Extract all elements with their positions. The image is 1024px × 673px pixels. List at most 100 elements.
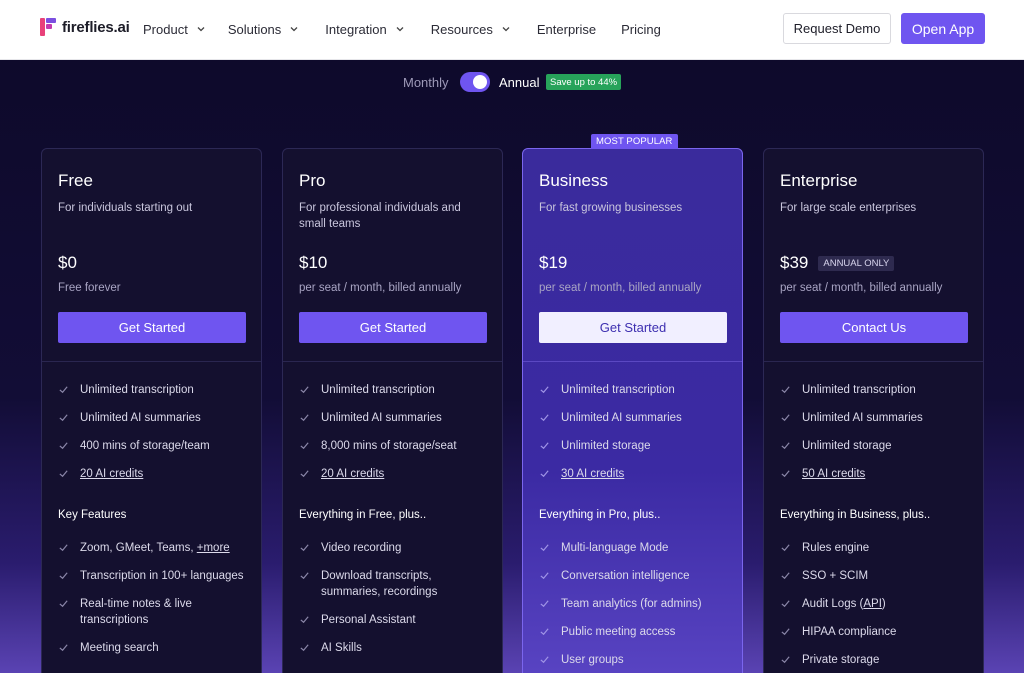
feature-label: Unlimited AI summaries xyxy=(561,412,682,424)
nav-pricing-label: Pricing xyxy=(621,21,661,37)
feature-label: Download transcripts, summaries, recordi… xyxy=(321,570,438,598)
feature-item: Real-time notes & live transcriptions xyxy=(58,596,253,628)
request-demo-button[interactable]: Request Demo xyxy=(783,13,891,44)
feature-item: Unlimited transcription xyxy=(780,382,975,398)
plan-price: $10 xyxy=(299,253,328,272)
api-link[interactable]: API xyxy=(863,598,882,610)
feature-item: Multi-language Mode xyxy=(539,540,734,556)
check-icon xyxy=(540,572,549,580)
check-icon xyxy=(781,656,790,664)
feature-item: Unlimited transcription xyxy=(299,382,494,398)
billing-toggle-row: Monthly Annual Save up to 44% xyxy=(0,72,1024,94)
check-icon xyxy=(300,572,309,580)
feature-label: Video recording xyxy=(321,542,402,554)
plan-description: For fast growing businesses xyxy=(539,202,683,214)
feature-item: Unlimited AI summaries xyxy=(780,410,975,426)
section-title: Everything in Free, plus.. xyxy=(299,509,427,521)
check-icon xyxy=(59,442,68,450)
feature-label: Real-time notes & live transcriptions xyxy=(80,598,192,626)
nav-resources-label: Resources xyxy=(430,21,493,37)
nav-product-label: Product xyxy=(143,21,188,37)
check-icon xyxy=(540,544,549,552)
section-title: Everything in Business, plus.. xyxy=(780,509,931,521)
nav-solutions[interactable]: Solutions xyxy=(228,20,299,38)
price-row: $39 ANNUAL ONLY xyxy=(780,253,895,273)
get-started-button[interactable]: Get Started xyxy=(539,312,727,343)
check-icon xyxy=(540,470,549,478)
check-icon xyxy=(781,470,790,478)
price-note: per seat / month, billed annually xyxy=(780,282,943,294)
brand-logo[interactable]: fireflies.ai xyxy=(40,18,130,36)
feature-item: Download transcripts, summaries, recordi… xyxy=(299,568,494,600)
plan-name: Free xyxy=(58,171,93,190)
top-nav: fireflies.ai Product Solutions Integrati… xyxy=(0,0,1024,60)
feature-item: Meeting search xyxy=(58,640,253,656)
check-icon xyxy=(540,600,549,608)
plan-features: Unlimited transcription Unlimited AI sum… xyxy=(299,382,494,482)
divider xyxy=(523,361,742,362)
nav-enterprise[interactable]: Enterprise xyxy=(537,20,596,38)
check-icon xyxy=(781,572,790,580)
feature-item: Private storage xyxy=(780,652,975,668)
feature-label: Transcription in 100+ languages xyxy=(80,570,244,582)
feature-item: Video recording xyxy=(299,540,494,556)
check-icon xyxy=(300,470,309,478)
nav-solutions-label: Solutions xyxy=(227,21,282,37)
feature-label: SSO + SCIM xyxy=(802,570,869,582)
plan-name: Business xyxy=(539,171,608,190)
ai-credits-link[interactable]: 20 AI credits xyxy=(80,468,143,480)
feature-item: 20 AI credits xyxy=(299,466,494,482)
plan-card-free: Free For individuals starting out $0 Fre… xyxy=(41,148,262,673)
feature-label-suffix: ) xyxy=(881,598,886,610)
feature-item: Unlimited transcription xyxy=(539,382,734,398)
plan-key-features: Rules engine SSO + SCIM Audit Logs (API)… xyxy=(780,540,975,668)
check-icon xyxy=(300,386,309,394)
billing-annual-label[interactable]: Annual xyxy=(499,75,539,90)
nav-product[interactable]: Product xyxy=(143,20,206,38)
feature-item: Conversation intelligence xyxy=(539,568,734,584)
check-icon xyxy=(781,544,790,552)
contact-us-button[interactable]: Contact Us xyxy=(780,312,968,343)
get-started-button[interactable]: Get Started xyxy=(58,312,246,343)
price-row: $19 xyxy=(539,253,567,273)
main-menu: Product Solutions Integration Resources … xyxy=(143,20,661,38)
plan-card-enterprise: Enterprise For large scale enterprises $… xyxy=(763,148,984,673)
ai-credits-link[interactable]: 30 AI credits xyxy=(561,468,624,480)
check-icon xyxy=(781,628,790,636)
nav-enterprise-label: Enterprise xyxy=(536,21,597,37)
check-icon xyxy=(300,544,309,552)
annual-only-badge: ANNUAL ONLY xyxy=(818,255,895,271)
feature-label: Unlimited transcription xyxy=(802,384,916,396)
more-link[interactable]: +more xyxy=(197,542,230,554)
nav-resources[interactable]: Resources xyxy=(431,20,511,38)
nav-integration[interactable]: Integration xyxy=(325,20,404,38)
billing-monthly-label[interactable]: Monthly xyxy=(403,75,449,90)
check-icon xyxy=(59,572,68,580)
get-started-button[interactable]: Get Started xyxy=(299,312,487,343)
chevron-down-icon xyxy=(290,27,298,32)
check-icon xyxy=(59,470,68,478)
ai-credits-link[interactable]: 50 AI credits xyxy=(802,468,865,480)
check-icon xyxy=(781,386,790,394)
billing-toggle-switch[interactable] xyxy=(460,72,490,92)
nav-integration-label: Integration xyxy=(325,21,387,37)
feature-label: Unlimited AI summaries xyxy=(321,412,442,424)
feature-item: Unlimited AI summaries xyxy=(58,410,253,426)
check-icon xyxy=(540,442,549,450)
plan-name: Pro xyxy=(299,171,326,190)
check-icon xyxy=(59,414,68,422)
feature-item: SSO + SCIM xyxy=(780,568,975,584)
feature-item: Unlimited AI summaries xyxy=(299,410,494,426)
chevron-down-icon xyxy=(396,27,404,32)
check-icon xyxy=(540,414,549,422)
feature-label: 400 mins of storage/team xyxy=(80,440,210,452)
nav-pricing[interactable]: Pricing xyxy=(621,20,661,38)
feature-item: Unlimited storage xyxy=(539,438,734,454)
open-app-button[interactable]: Open App xyxy=(901,13,985,44)
feature-item: Team analytics (for admins) xyxy=(539,596,734,612)
feature-label: Meeting search xyxy=(80,642,159,654)
ai-credits-link[interactable]: 20 AI credits xyxy=(321,468,384,480)
price-row: $10 xyxy=(299,253,327,273)
plan-description: For individuals starting out xyxy=(58,202,193,214)
feature-item: 400 mins of storage/team xyxy=(58,438,253,454)
